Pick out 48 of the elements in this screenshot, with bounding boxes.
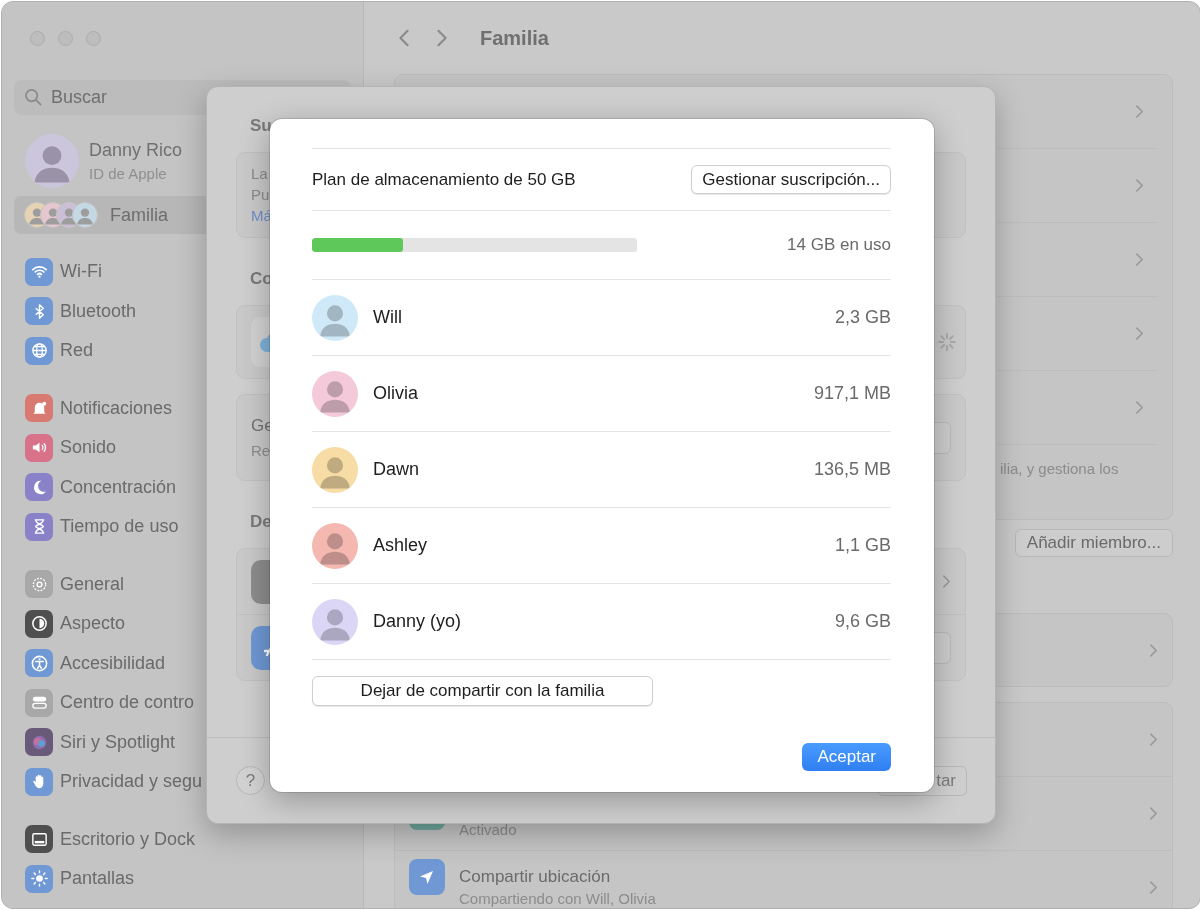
chevron-icon <box>1149 880 1158 895</box>
sidebar-item[interactable]: General <box>14 564 351 604</box>
plan-label: Plan de almacenamiento de 50 GB <box>312 169 576 190</box>
stop-sharing-button[interactable]: Dejar de compartir con la familia <box>312 676 653 706</box>
member-name: Dawn <box>373 459 420 480</box>
avatar[interactable] <box>25 134 79 188</box>
member-usage: 917,1 MB <box>813 383 891 404</box>
add-member-button[interactable]: Añadir miembro... <box>1014 529 1173 557</box>
forward-icon <box>436 28 448 48</box>
section-heading: Su <box>249 115 272 137</box>
chevron-icon <box>1135 104 1144 119</box>
sidebar-item[interactable]: Concentración <box>14 467 351 507</box>
back-icon <box>398 28 410 48</box>
row-title: Compartir ubicación <box>459 867 612 887</box>
sidebar-item[interactable]: Red <box>14 331 351 371</box>
profile-name: Danny Rico <box>89 140 183 161</box>
sidebar-item[interactable]: Siri y Spotlight <box>14 722 351 762</box>
chevron-icon <box>1135 400 1144 415</box>
member-usage: 1,1 GB <box>834 535 891 556</box>
chevron-icon <box>942 574 951 589</box>
usage-label: 14 GB en uso <box>787 235 891 255</box>
section-heading: De <box>249 511 272 533</box>
chevron-icon <box>1149 642 1158 658</box>
spinner-icon <box>937 332 957 352</box>
chevron-icon <box>1135 252 1144 267</box>
chevron-icon <box>1135 326 1144 341</box>
chevron-icon <box>1149 806 1158 821</box>
accept-button[interactable]: Aceptar <box>802 743 891 771</box>
chevron-icon <box>1149 732 1158 747</box>
member-usage: 9,6 GB <box>834 611 891 632</box>
member-name: Will <box>373 307 402 328</box>
sidebar-item[interactable]: Pantallas <box>14 859 351 899</box>
member-name: Olivia <box>373 383 418 404</box>
description-text: ilia, y gestiona los <box>1000 460 1119 477</box>
sidebar-item[interactable]: Aspecto <box>14 604 351 644</box>
manage-subscription-button[interactable]: Gestionar suscripción... <box>691 165 891 194</box>
member-name: Ashley <box>373 535 428 556</box>
row-subtitle: Compartiendo con Will, Olivia <box>459 890 657 907</box>
sidebar-item[interactable]: Escritorio y Dock <box>14 819 351 859</box>
card-subtitle: Re <box>251 442 272 459</box>
window-title: Familia <box>480 26 549 50</box>
member-usage: 2,3 GB <box>834 307 891 328</box>
member-usage: 136,5 MB <box>813 459 891 480</box>
help-button[interactable]: ? <box>236 766 265 795</box>
chevron-icon <box>1135 178 1144 193</box>
sidebar-item[interactable]: Bluetooth <box>14 291 351 331</box>
info-text: La <box>251 165 268 182</box>
member-name: Danny (yo) <box>373 611 462 632</box>
